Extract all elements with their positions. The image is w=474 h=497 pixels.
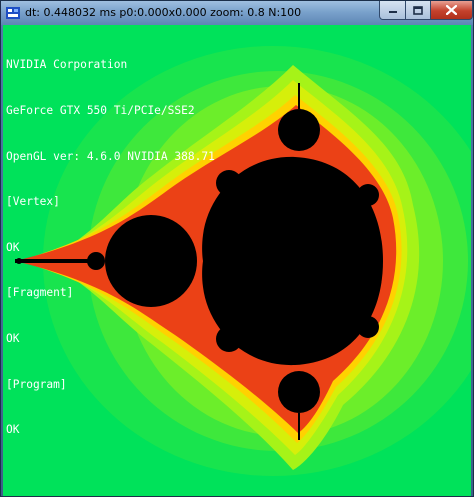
window-title: dt: 0.448032 ms p0:0.000x0.000 zoom: 0.8… <box>25 6 302 19</box>
console-line: OpenGL ver: 4.6.0 NVIDIA 388.71 <box>6 149 215 163</box>
title-bar[interactable]: dt: 0.448032 ms p0:0.000x0.000 zoom: 0.8… <box>1 1 473 25</box>
close-button[interactable] <box>430 1 473 20</box>
console-line: NVIDIA Corporation <box>6 58 128 72</box>
maximize-button[interactable] <box>405 1 431 20</box>
app-icon <box>6 7 20 19</box>
minimize-icon <box>388 11 397 13</box>
console-line: OK <box>6 423 20 437</box>
console-line: GeForce GTX 550 Ti/PCIe/SSE2 <box>6 104 195 117</box>
console-line: [Fragment] <box>6 286 74 300</box>
minimize-button[interactable] <box>379 1 406 20</box>
application-window: dt: 0.448032 ms p0:0.000x0.000 zoom: 0.8… <box>0 0 474 497</box>
console-line: [Vertex] <box>6 195 60 209</box>
console-line: OK <box>6 331 20 345</box>
console-overlay: NVIDIA Corporation GeForce GTX 550 Ti/PC… <box>6 27 215 468</box>
close-icon <box>446 5 457 15</box>
render-viewport[interactable]: NVIDIA Corporation GeForce GTX 550 Ti/PC… <box>3 25 471 496</box>
console-line: [Program] <box>6 377 67 391</box>
maximize-icon <box>413 5 423 15</box>
console-line: OK <box>6 240 20 254</box>
